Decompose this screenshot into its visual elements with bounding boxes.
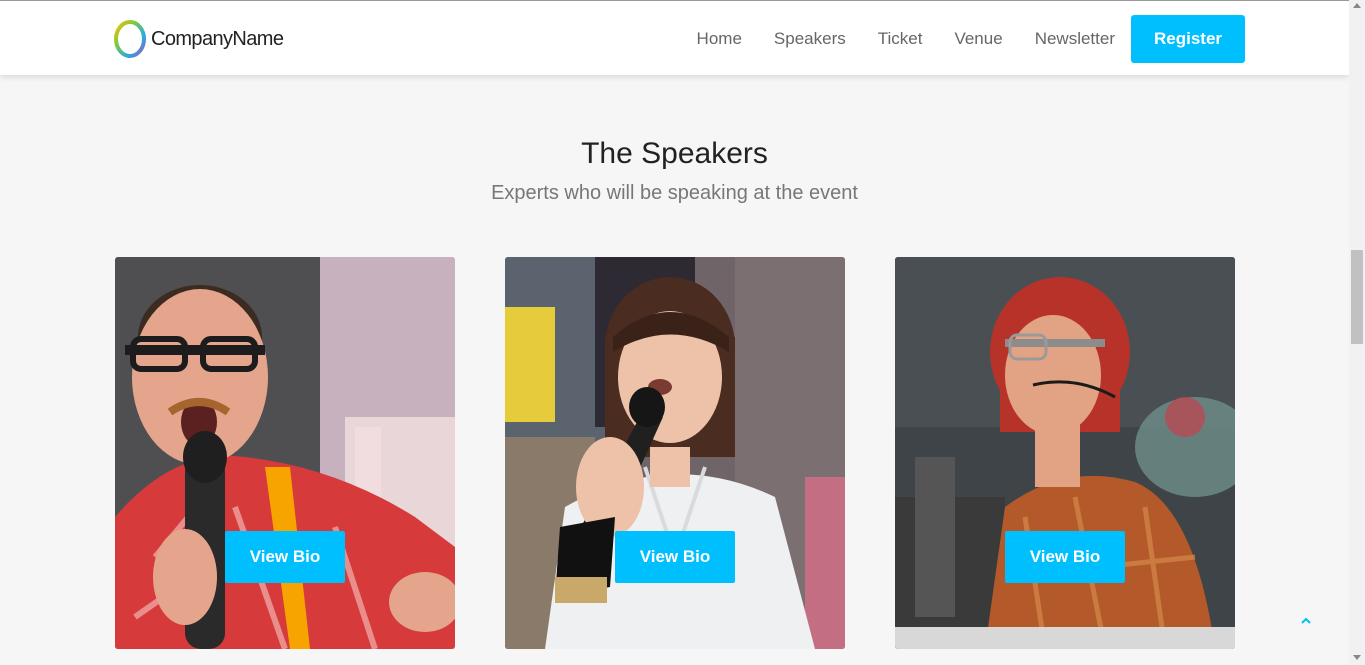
speaker-card-2: View Bio [505,257,845,649]
speaker-card-1: View Bio [115,257,455,649]
brand-name: CompanyName [151,27,284,50]
section-title: The Speakers [581,137,768,170]
register-button[interactable]: Register [1131,15,1245,63]
main-nav: Home Speakers Ticket Venue Newsletter Re… [697,14,1245,64]
brand-link[interactable]: CompanyName [113,19,284,59]
navbar: CompanyName Home Speakers Ticket Venue N… [0,0,1349,75]
speaker-card-3: View Bio [895,257,1235,649]
scrollbar-thumb[interactable] [1351,250,1363,344]
speaker-photo-3 [895,257,1235,649]
speaker-photo-2 [505,257,845,649]
nav-home[interactable]: Home [697,14,742,64]
speaker-photo-1 [115,257,455,649]
ring-logo-icon [114,20,146,58]
page-scrollbar[interactable] [1349,0,1365,665]
view-bio-button-3[interactable]: View Bio [1005,531,1125,583]
nav-newsletter[interactable]: Newsletter [1035,14,1115,64]
page: CompanyName Home Speakers Ticket Venue N… [0,0,1349,665]
view-bio-button-1[interactable]: View Bio [225,531,345,583]
nav-speakers[interactable]: Speakers [774,14,846,64]
scroll-up-icon[interactable] [1353,3,1361,8]
nav-ticket[interactable]: Ticket [878,14,923,64]
section-subtitle: Experts who will be speaking at the even… [491,182,858,204]
chevron-up-icon[interactable] [1298,612,1314,628]
scroll-down-icon[interactable] [1353,655,1361,660]
nav-venue[interactable]: Venue [954,14,1002,64]
view-bio-button-2[interactable]: View Bio [615,531,735,583]
